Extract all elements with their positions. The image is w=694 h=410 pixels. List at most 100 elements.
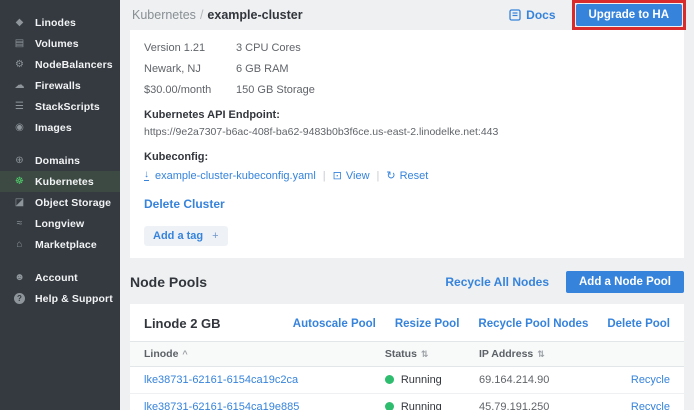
sidebar-item-label: Object Storage <box>35 197 111 209</box>
help-icon: ? <box>14 293 25 304</box>
sidebar-item-nodebalancers[interactable]: ⚙ NodeBalancers <box>0 54 120 75</box>
column-header-ip[interactable]: IP Address⇅ <box>479 342 601 367</box>
node-ip: 69.164.214.90 <box>479 367 601 394</box>
linodes-icon: ◆ <box>13 17 26 28</box>
sidebar-item-label: Firewalls <box>35 80 81 92</box>
pool-action-links: Autoscale Pool Resize Pool Recycle Pool … <box>274 318 670 330</box>
firewalls-icon: ☁ <box>13 80 26 91</box>
recycle-node-link[interactable]: Recycle <box>631 401 670 410</box>
status-text: Running <box>401 374 442 386</box>
sidebar-item-label: Volumes <box>35 38 79 50</box>
sidebar-item-label: StackScripts <box>35 101 100 113</box>
sidebar-item-volumes[interactable]: ▤ Volumes <box>0 33 120 54</box>
column-header-linode[interactable]: Linode ^ <box>130 342 385 367</box>
table-header-row: Linode ^ Status ⇅ IP Address⇅ <box>130 342 684 367</box>
add-tag-label: Add a tag <box>153 230 203 242</box>
sidebar-item-label: Help & Support <box>35 293 113 305</box>
sidebar-item-kubernetes[interactable]: ☸ Kubernetes <box>0 171 120 192</box>
delete-pool-link[interactable]: Delete Pool <box>607 318 670 330</box>
upgrade-to-ha-button[interactable]: Upgrade to HA <box>576 4 683 26</box>
sort-asc-icon: ^ <box>182 349 187 359</box>
docs-label: Docs <box>526 8 555 22</box>
spec-version: Version 1.21 <box>144 42 236 54</box>
node-pool-card: Linode 2 GB Autoscale Pool Resize Pool R… <box>130 304 684 410</box>
sidebar-item-marketplace[interactable]: ⌂ Marketplace <box>0 234 120 255</box>
reset-link[interactable]: Reset <box>400 170 429 182</box>
sidebar-section-compute: ◆ Linodes ▤ Volumes ⚙ NodeBalancers ☁ Fi… <box>0 12 120 138</box>
sidebar: ◆ Linodes ▤ Volumes ⚙ NodeBalancers ☁ Fi… <box>0 0 120 410</box>
docs-link[interactable]: Docs <box>509 8 555 22</box>
node-ip: 45.79.191.250 <box>479 394 601 410</box>
nodebalancers-icon: ⚙ <box>13 59 26 70</box>
sidebar-item-images[interactable]: ◉ Images <box>0 117 120 138</box>
sort-icon: ⇅ <box>421 349 429 359</box>
sidebar-item-stackscripts[interactable]: ☰ StackScripts <box>0 96 120 117</box>
sidebar-item-object-storage[interactable]: ◪ Object Storage <box>0 192 120 213</box>
pool-nodes-table: Linode ^ Status ⇅ IP Address⇅ lke38731-621… <box>130 341 684 410</box>
node-pools-actions: Recycle All Nodes Add a Node Pool <box>445 271 684 293</box>
column-header-status[interactable]: Status ⇅ <box>385 342 479 367</box>
sidebar-item-label: Marketplace <box>35 239 97 251</box>
recycle-pool-nodes-link[interactable]: Recycle Pool Nodes <box>478 318 588 330</box>
status-text: Running <box>401 401 442 410</box>
sidebar-item-linodes[interactable]: ◆ Linodes <box>0 12 120 33</box>
add-tag-button[interactable]: Add a tag + <box>144 226 228 246</box>
divider: | <box>323 170 326 182</box>
cluster-specs: Version 1.21 3 CPU Cores Newark, NJ 6 GB… <box>144 42 670 96</box>
kubernetes-icon: ☸ <box>13 176 26 187</box>
api-endpoint-label: Kubernetes API Endpoint: <box>144 109 670 121</box>
table-row: lke38731-62161-6154ca19e885 Running 45.7… <box>130 394 684 410</box>
spec-cpu: 3 CPU Cores <box>236 42 670 54</box>
kubeconfig-actions: ↓ example-cluster-kubeconfig.yaml | ⊡ Vi… <box>144 169 670 182</box>
spec-ram: 6 GB RAM <box>236 63 670 75</box>
spec-price: $30.00/month <box>144 84 236 96</box>
breadcrumb-kubernetes-link[interactable]: Kubernetes <box>132 8 196 22</box>
sidebar-item-firewalls[interactable]: ☁ Firewalls <box>0 75 120 96</box>
column-label: Status <box>385 348 417 360</box>
sidebar-item-account[interactable]: ☻ Account <box>0 267 120 288</box>
kubeconfig-label: Kubeconfig: <box>144 151 670 163</box>
node-pools-title: Node Pools <box>130 274 207 290</box>
recycle-node-link[interactable]: Recycle <box>631 374 670 386</box>
add-node-pool-button[interactable]: Add a Node Pool <box>566 271 684 293</box>
topbar-actions: Docs Upgrade to HA <box>509 0 686 30</box>
pool-head: Linode 2 GB Autoscale Pool Resize Pool R… <box>130 314 684 341</box>
pool-name: Linode 2 GB <box>144 316 221 331</box>
resize-pool-link[interactable]: Resize Pool <box>395 318 460 330</box>
node-link[interactable]: lke38731-62161-6154ca19e885 <box>144 401 299 410</box>
stackscripts-icon: ☰ <box>13 101 26 112</box>
breadcrumb-separator: / <box>200 8 203 22</box>
cluster-summary-card: Version 1.21 3 CPU Cores Newark, NJ 6 GB… <box>130 30 684 258</box>
main-content: Kubernetes/example-cluster Docs Upgrade … <box>120 0 694 410</box>
object-storage-icon: ◪ <box>13 197 26 208</box>
autoscale-pool-link[interactable]: Autoscale Pool <box>293 318 376 330</box>
images-icon: ◉ <box>13 122 26 133</box>
sidebar-item-domains[interactable]: ⊕ Domains <box>0 150 120 171</box>
node-link[interactable]: lke38731-62161-6154ca19c2ca <box>144 374 298 386</box>
view-icon: ⊡ <box>333 169 342 182</box>
divider: | <box>377 170 380 182</box>
recycle-all-nodes-link[interactable]: Recycle All Nodes <box>445 275 549 289</box>
sidebar-item-longview[interactable]: ≈ Longview <box>0 213 120 234</box>
column-header-actions <box>601 342 684 367</box>
sidebar-item-label: Kubernetes <box>35 176 94 188</box>
docs-icon <box>509 9 521 21</box>
sidebar-item-help-support[interactable]: ? Help & Support <box>0 288 120 309</box>
view-link[interactable]: View <box>346 170 370 182</box>
kubeconfig-file-link[interactable]: example-cluster-kubeconfig.yaml <box>155 170 316 182</box>
sidebar-item-label: Account <box>35 272 78 284</box>
delete-cluster-link[interactable]: Delete Cluster <box>144 197 225 211</box>
column-label: Linode <box>144 348 178 360</box>
node-pools-header: Node Pools Recycle All Nodes Add a Node … <box>130 271 684 293</box>
reset-icon: ↻ <box>386 169 395 182</box>
account-icon: ☻ <box>13 272 26 283</box>
sidebar-item-label: Linodes <box>35 17 76 29</box>
spec-region: Newark, NJ <box>144 63 236 75</box>
sidebar-section-services: ⊕ Domains ☸ Kubernetes ◪ Object Storage … <box>0 150 120 255</box>
download-icon[interactable]: ↓ <box>144 170 149 181</box>
status-running-dot <box>385 375 394 384</box>
domains-icon: ⊕ <box>13 155 26 166</box>
sidebar-item-label: Domains <box>35 155 80 167</box>
sidebar-item-label: NodeBalancers <box>35 59 113 71</box>
longview-icon: ≈ <box>13 218 26 229</box>
